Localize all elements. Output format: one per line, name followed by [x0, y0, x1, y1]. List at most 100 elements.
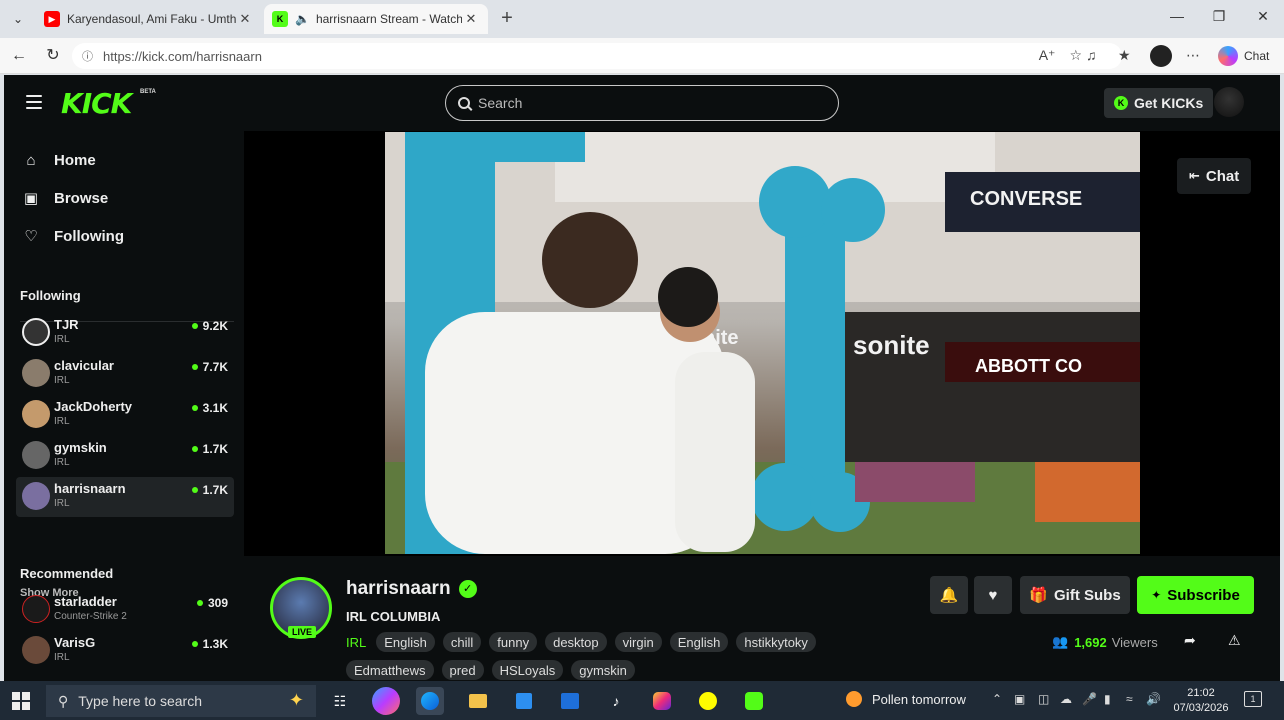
channel-category: IRL	[54, 498, 70, 509]
followed-channel-tjr[interactable]: TJR IRL 9.2K	[16, 313, 234, 353]
followed-channel-gymskin[interactable]: gymskin IRL 1.7K	[16, 436, 234, 476]
stream-tag[interactable]: English	[376, 632, 435, 652]
microphone-icon[interactable]: 🎤	[1082, 692, 1097, 706]
report-warning-icon[interactable]: ⚠	[1228, 632, 1241, 649]
follow-heart-button[interactable]: ♥	[974, 576, 1012, 614]
notification-bell-button[interactable]: 🔔	[930, 576, 968, 614]
taskbar-clock[interactable]: 21:02 07/03/2026	[1168, 686, 1234, 716]
file-explorer-icon[interactable]	[464, 687, 492, 715]
open-chat-button[interactable]: ⇤ Chat	[1177, 158, 1252, 194]
read-aloud-icon[interactable]: A⁺	[1039, 47, 1056, 64]
tray-app-icon[interactable]: ▣	[1014, 692, 1025, 706]
followed-channel-clavicular[interactable]: clavicular IRL 7.7K	[16, 354, 234, 394]
tiktok-icon[interactable]: ♪	[602, 687, 630, 715]
tray-cloud-icon[interactable]: ☁	[1060, 692, 1072, 706]
stream-tag[interactable]: funny	[489, 632, 538, 652]
stream-tag[interactable]: gymskin	[571, 660, 635, 680]
stream-video[interactable]: CONVERSE sonite ABBOTT CO nite	[385, 132, 1140, 554]
minimize-icon[interactable]: —	[1162, 8, 1192, 24]
streamer-name[interactable]: harrisnaarn	[346, 578, 451, 600]
stream-tag[interactable]: pred	[441, 660, 484, 680]
followed-channel-harrisnaarn[interactable]: harrisnaarn IRL 1.7K	[16, 477, 234, 517]
back-arrow-icon[interactable]: ←	[8, 46, 30, 68]
share-icon[interactable]: ➦	[1184, 632, 1196, 649]
volume-icon[interactable]: 🔊	[1146, 692, 1161, 706]
taskbar-search-placeholder: Type here to search	[78, 693, 203, 709]
browser-tab-youtube[interactable]: ▶ Karyendasoul, Ami Faku - Umthan ✕	[36, 4, 262, 34]
get-kicks-label: Get KICKs	[1134, 95, 1204, 111]
tray-chevron-up-icon[interactable]: ⌃	[992, 692, 1002, 706]
instagram-icon[interactable]	[648, 687, 676, 715]
media-control-icon[interactable]: ♫	[1086, 47, 1097, 63]
edge-browser-icon[interactable]	[416, 687, 444, 715]
channel-name: VarisG	[54, 635, 96, 650]
stream-info: LIVE harrisnaarn ✓ IRL COLUMBIA IRL Engl…	[244, 556, 1280, 681]
kick-top-nav: KICK BETA Search K Get KICKs	[4, 75, 1280, 131]
get-kicks-button[interactable]: K Get KICKs	[1104, 88, 1214, 118]
sidebar-item-browse[interactable]: ▣ Browse	[22, 189, 108, 208]
snapchat-icon[interactable]	[694, 687, 722, 715]
maximize-icon[interactable]: ❐	[1204, 8, 1234, 25]
channel-name: gymskin	[54, 440, 107, 455]
gift-subs-button[interactable]: 🎁 Gift Subs	[1020, 576, 1130, 614]
weather-text: Pollen tomorrow	[872, 691, 966, 707]
weather-widget[interactable]: Pollen tomorrow	[846, 691, 966, 707]
speaker-icon[interactable]: 🔈	[295, 12, 310, 26]
search-input[interactable]: Search	[445, 85, 839, 121]
close-window-icon[interactable]: ✕	[1248, 8, 1278, 25]
wifi-icon[interactable]: ≈	[1126, 692, 1133, 706]
copilot-chat-label: Chat	[1244, 49, 1270, 63]
outlook-icon[interactable]	[556, 687, 584, 715]
favorites-icon[interactable]: ★	[1118, 47, 1131, 64]
followed-channel-jackdoherty[interactable]: JackDoherty IRL 3.1K	[16, 395, 234, 435]
stream-tag[interactable]: HSLoyals	[491, 660, 564, 680]
sidebar-item-following[interactable]: ♡ Following	[22, 227, 124, 246]
subscribe-button[interactable]: ✦ Subscribe	[1137, 576, 1254, 614]
copilot-icon	[1218, 46, 1238, 66]
more-dots-icon[interactable]: ⋯	[1186, 47, 1200, 64]
copilot-chat-button[interactable]: Chat	[1218, 46, 1269, 66]
refresh-icon[interactable]: ↻	[42, 46, 64, 68]
channel-avatar	[22, 400, 50, 428]
windows-start-icon[interactable]	[12, 692, 30, 710]
bell-icon: 🔔	[939, 587, 959, 604]
live-dot-icon	[191, 487, 198, 493]
stream-tag[interactable]: hstikkytoky	[736, 632, 816, 652]
microsoft-store-icon[interactable]	[510, 687, 538, 715]
stream-tag[interactable]: desktop	[545, 632, 607, 652]
sidebar-item-home[interactable]: ⌂ Home	[22, 151, 95, 169]
close-tab-icon[interactable]: ✕	[236, 11, 254, 27]
url-field[interactable]: ⓘ https://kick.com/harrisnaarn A⁺ ☆	[72, 43, 1122, 69]
hamburger-menu-icon[interactable]	[26, 95, 42, 109]
search-highlight-icon: ✦	[288, 690, 304, 710]
recommended-channel-starladder[interactable]: starladder Counter-Strike 2 309	[16, 590, 234, 630]
live-badge: LIVE	[288, 626, 317, 638]
battery-icon[interactable]: ▮	[1104, 692, 1111, 706]
channel-avatar	[22, 595, 50, 623]
recommended-channel-varisg[interactable]: VarisG IRL 1.3K	[16, 631, 234, 671]
new-tab-plus-icon[interactable]: +	[496, 8, 518, 30]
close-tab-icon[interactable]: ✕	[462, 11, 480, 27]
stream-tag[interactable]: chill	[442, 632, 482, 652]
stream-category-link[interactable]: IRL	[346, 635, 366, 650]
site-info-icon[interactable]: ⓘ	[82, 48, 93, 64]
viewer-count: 1.7K	[191, 483, 228, 497]
stream-tag[interactable]: virgin	[614, 632, 662, 652]
browser-tab-kick[interactable]: K 🔈 harrisnaarn Stream - Watch Li ✕	[264, 4, 488, 34]
copilot-taskbar-icon[interactable]	[372, 687, 400, 715]
profile-avatar[interactable]	[1150, 45, 1172, 67]
video-player[interactable]: CONVERSE sonite ABBOTT CO nite	[244, 131, 1280, 556]
favorite-star-icon[interactable]: ☆	[1069, 47, 1082, 64]
user-avatar[interactable]	[1214, 87, 1244, 117]
kick-logo[interactable]: KICK	[61, 87, 132, 120]
taskbar-search-input[interactable]: ⚲ Type here to search ✦	[46, 685, 316, 717]
stream-tags-row: IRL English chill funny desktop virgin E…	[346, 632, 816, 652]
task-view-icon[interactable]: ☷	[326, 687, 354, 715]
tray-device-icon[interactable]: ◫	[1038, 692, 1049, 706]
notifications-icon[interactable]: 1	[1244, 691, 1262, 707]
stream-tag[interactable]: Edmatthews	[346, 660, 434, 680]
tab-actions-chevron-icon[interactable]: ⌄	[6, 7, 30, 31]
stream-tag[interactable]: English	[669, 632, 729, 652]
kick-app-icon[interactable]	[740, 687, 768, 715]
gift-icon: 🎁	[1029, 587, 1048, 604]
